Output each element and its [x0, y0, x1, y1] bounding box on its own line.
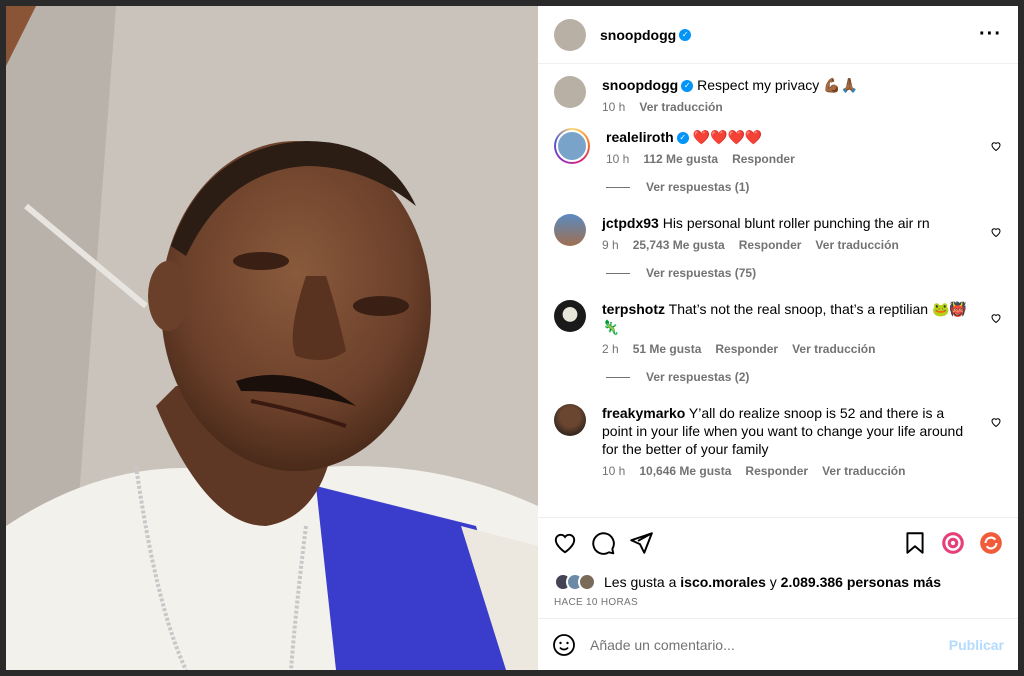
liker-avatars — [554, 573, 596, 591]
posted-time[interactable]: HACE 10 HORAS — [538, 591, 1018, 618]
comment-time[interactable]: 2 h — [602, 342, 619, 356]
comment-text: freakymarko Y’all do realize snoop is 52… — [602, 404, 978, 458]
caption-time[interactable]: 10 h — [602, 100, 625, 114]
selfie-illustration — [6, 6, 538, 670]
comment-text: terpshotz That’s not the real snoop, tha… — [602, 300, 978, 336]
view-replies-link[interactable]: Ver respuestas (1) — [606, 180, 1002, 194]
comment-reply-button[interactable]: Responder — [715, 342, 778, 356]
likes-prefix: Les gusta a — [604, 574, 677, 590]
comment-time[interactable]: 9 h — [602, 238, 619, 252]
comment-item: terpshotz That’s not the real snoop, tha… — [554, 300, 1002, 356]
comment-meta: 10 h 10,646 Me gusta Responder Ver tradu… — [602, 464, 978, 478]
comment-likes[interactable]: 25,743 Me gusta — [633, 238, 725, 252]
comments-list[interactable]: snoopdogg ✓ Respect my privacy 💪🏾🙏🏾 10 h … — [538, 64, 1018, 517]
comment-body: freakymarko Y’all do realize snoop is 52… — [602, 404, 1002, 478]
author-avatar-small[interactable] — [554, 76, 586, 108]
comment-item: realeliroth ✓ ❤️❤️❤️❤️ 10 h 112 Me gusta … — [554, 128, 1002, 166]
post-side-panel: snoopdogg ✓ ··· snoopdogg ✓ Respect my pr… — [538, 6, 1018, 670]
comment-input[interactable] — [590, 636, 949, 653]
post-header: snoopdogg ✓ ··· — [538, 6, 1018, 64]
comment-translate-link[interactable]: Ver traducción — [792, 342, 875, 356]
heart-icon[interactable] — [990, 312, 1002, 324]
likes-user[interactable]: isco.morales — [680, 574, 766, 590]
reels-remix-icon[interactable] — [940, 530, 966, 556]
comment-reply-button[interactable]: Responder — [732, 152, 795, 166]
commenter-avatar[interactable] — [554, 214, 586, 246]
ellipsis-icon[interactable]: ··· — [979, 23, 1002, 46]
comment-likes[interactable]: 112 Me gusta — [643, 152, 718, 166]
comment-time[interactable]: 10 h — [606, 152, 629, 166]
verified-badge-icon: ✓ — [676, 132, 689, 145]
comment-username[interactable]: freakymarko — [602, 405, 685, 421]
verified-badge-icon: ✓ — [681, 80, 694, 93]
caption-content: Respect my privacy 💪🏾🙏🏾 — [697, 77, 858, 93]
comment-item: jctpdx93 His personal blunt roller punch… — [554, 214, 1002, 252]
comment-body: realeliroth ✓ ❤️❤️❤️❤️ 10 h 112 Me gusta … — [606, 128, 1002, 166]
caption-username[interactable]: snoopdogg — [602, 77, 678, 93]
comment-icon[interactable] — [590, 530, 616, 556]
heart-icon[interactable] — [990, 226, 1002, 238]
comment-reply-button[interactable]: Responder — [739, 238, 802, 252]
comment-username[interactable]: realeliroth — [606, 129, 674, 145]
commenter-avatar[interactable] — [554, 128, 590, 164]
smiley-icon[interactable] — [552, 633, 576, 657]
caption-meta: 10 h Ver traducción — [602, 100, 978, 114]
comment-likes[interactable]: 51 Me gusta — [633, 342, 702, 356]
comment-text: jctpdx93 His personal blunt roller punch… — [602, 214, 978, 232]
comment-meta: 2 h 51 Me gusta Responder Ver traducción — [602, 342, 978, 356]
author-avatar[interactable] — [554, 18, 586, 51]
likes-conj: y — [769, 574, 777, 590]
bookmark-icon[interactable] — [902, 530, 928, 556]
post-modal: snoopdogg ✓ ··· snoopdogg ✓ Respect my pr… — [6, 6, 1018, 670]
author-username[interactable]: snoopdogg — [600, 27, 676, 43]
sync-icon[interactable] — [978, 530, 1004, 556]
add-comment-bar: Publicar — [538, 618, 1018, 670]
caption-translate-link[interactable]: Ver traducción — [639, 100, 722, 114]
comment-reply-button[interactable]: Responder — [745, 464, 808, 478]
comment-likes[interactable]: 10,646 Me gusta — [639, 464, 731, 478]
comment-text: realeliroth ✓ ❤️❤️❤️❤️ — [606, 128, 978, 146]
publish-button[interactable]: Publicar — [949, 637, 1004, 653]
caption: snoopdogg ✓ Respect my privacy 💪🏾🙏🏾 10 h … — [554, 76, 1002, 114]
likes-summary[interactable]: Les gusta a isco.morales y 2.089.386 per… — [538, 567, 1018, 591]
comment-body: terpshotz That’s not the real snoop, tha… — [602, 300, 1002, 356]
comment-time[interactable]: 10 h — [602, 464, 625, 478]
heart-icon[interactable] — [990, 140, 1002, 152]
verified-badge-icon: ✓ — [679, 28, 692, 41]
comment-translate-link[interactable]: Ver traducción — [822, 464, 905, 478]
comment-username[interactable]: jctpdx93 — [602, 215, 659, 231]
paper-plane-icon[interactable] — [628, 530, 654, 556]
post-photo[interactable] — [6, 6, 538, 670]
heart-icon[interactable] — [552, 530, 578, 556]
likes-others[interactable]: 2.089.386 personas más — [781, 574, 941, 590]
post-actions-bar — [538, 517, 1018, 567]
comment-item: freakymarko Y’all do realize snoop is 52… — [554, 404, 1002, 478]
comment-meta: 9 h 25,743 Me gusta Responder Ver traduc… — [602, 238, 978, 252]
caption-text: snoopdogg ✓ Respect my privacy 💪🏾🙏🏾 — [602, 76, 978, 94]
comment-translate-link[interactable]: Ver traducción — [815, 238, 898, 252]
comment-body: jctpdx93 His personal blunt roller punch… — [602, 214, 1002, 252]
comment-meta: 10 h 112 Me gusta Responder — [606, 152, 978, 166]
comment-content: His personal blunt roller punching the a… — [662, 215, 930, 231]
comment-content: ❤️❤️❤️❤️ — [692, 129, 763, 145]
caption-body: snoopdogg ✓ Respect my privacy 💪🏾🙏🏾 10 h … — [602, 76, 1002, 114]
actions-right — [902, 530, 1004, 556]
heart-icon[interactable] — [990, 416, 1002, 428]
comment-username[interactable]: terpshotz — [602, 301, 665, 317]
view-replies-link[interactable]: Ver respuestas (2) — [606, 370, 1002, 384]
commenter-avatar[interactable] — [554, 300, 586, 332]
view-replies-link[interactable]: Ver respuestas (75) — [606, 266, 1002, 280]
commenter-avatar[interactable] — [554, 404, 586, 436]
